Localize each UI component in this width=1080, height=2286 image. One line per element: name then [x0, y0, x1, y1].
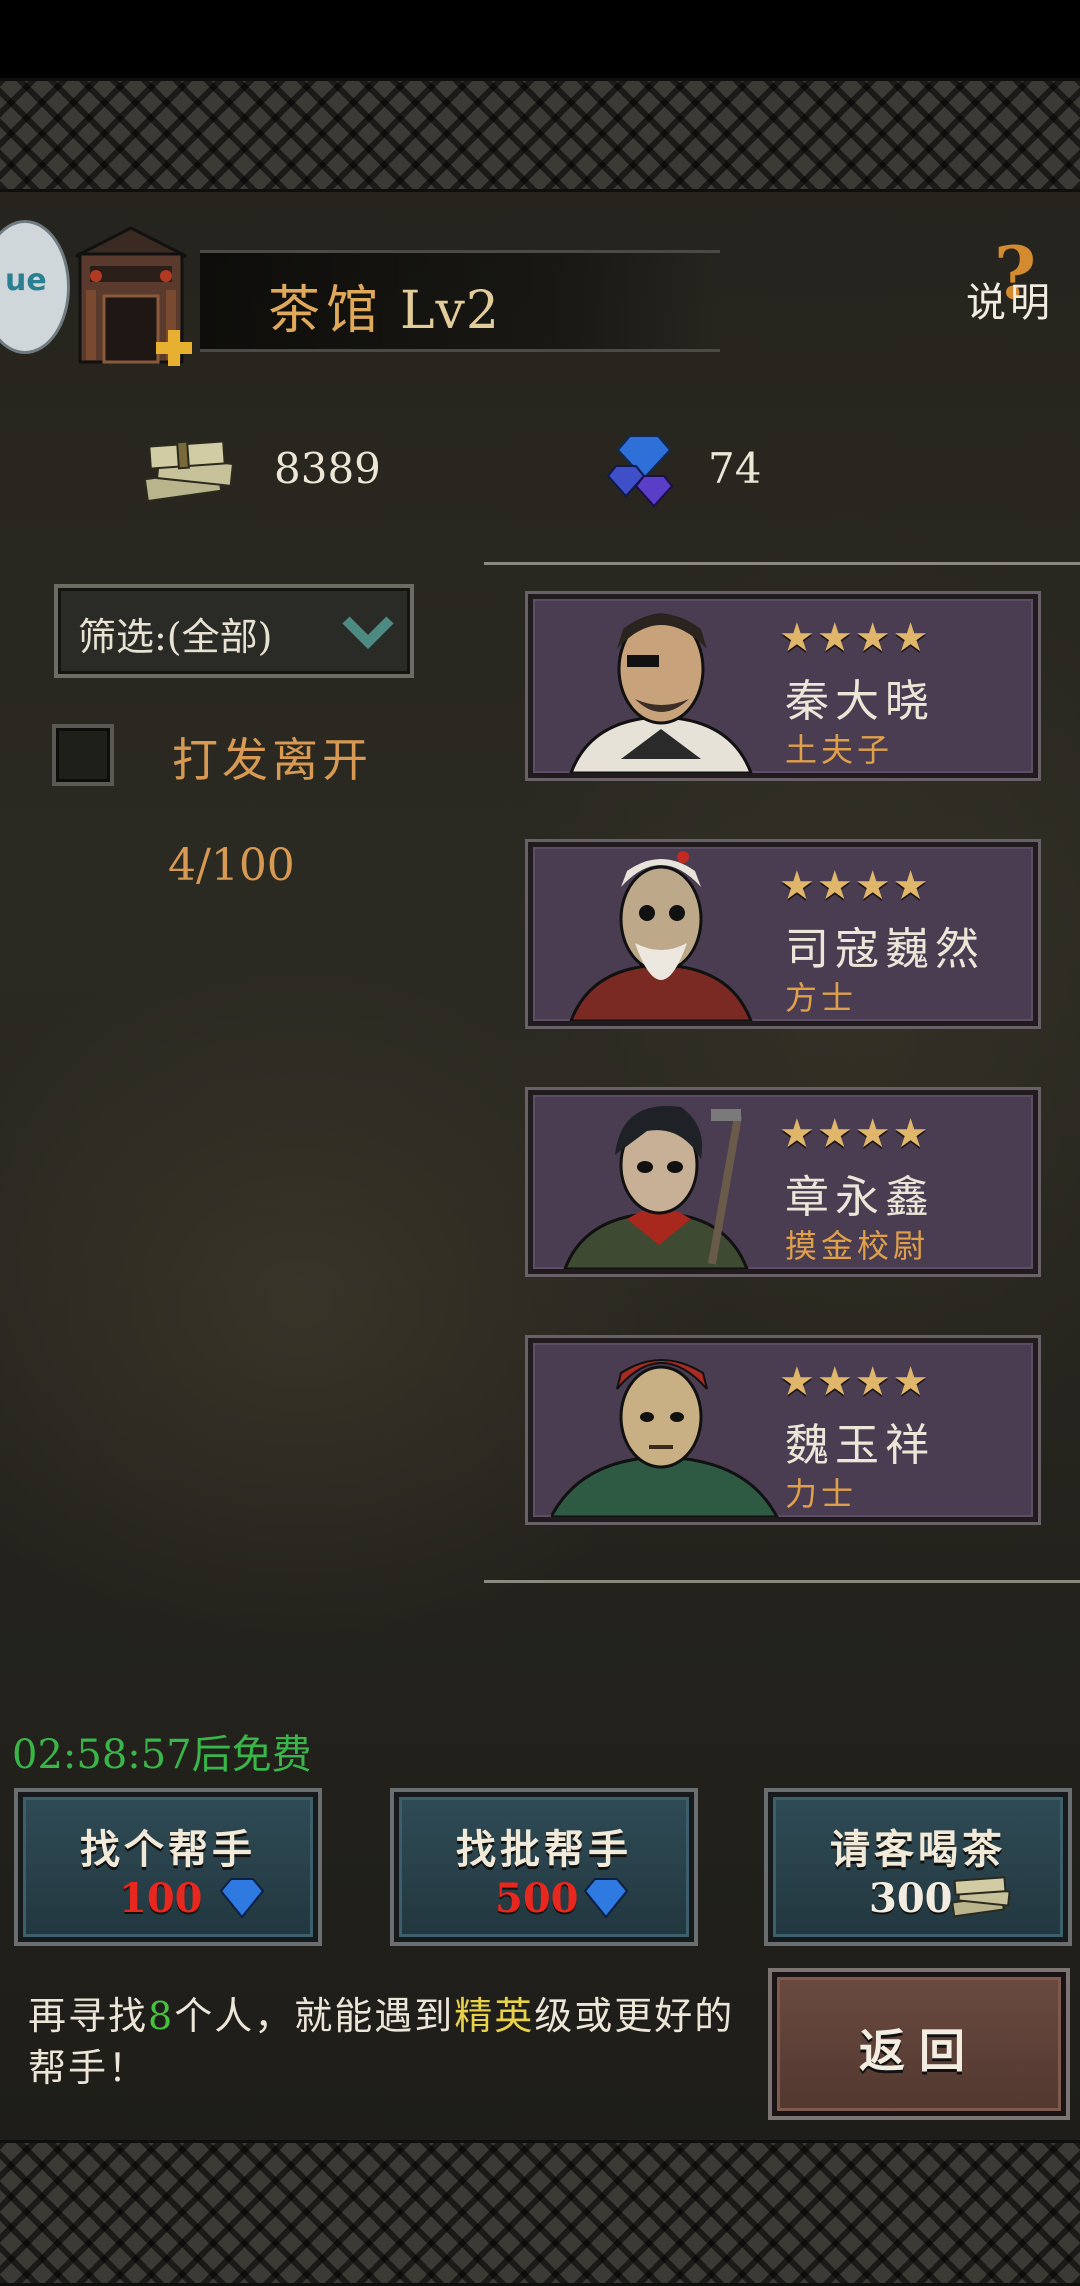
page-title: 茶馆 Lv2 — [268, 268, 500, 343]
gem-icon — [606, 435, 674, 508]
gem-counter: 74 — [600, 430, 800, 510]
button-label: 请客喝茶 — [830, 1826, 1006, 1873]
helper-name: 司寇巍然 — [785, 924, 985, 975]
helper-portrait — [563, 1106, 749, 1269]
top-border — [0, 78, 1080, 192]
helper-class: 土夫子 — [785, 731, 894, 769]
filter-dropdown[interactable]: 筛选:(全部) — [54, 584, 414, 678]
hint-part1: 再寻找 — [28, 1994, 149, 2038]
helper-class: 方士 — [785, 979, 858, 1017]
helper-card[interactable]: ★★★★ 司寇巍然 方士 — [528, 842, 1038, 1026]
helper-count: 4/100 — [168, 840, 295, 891]
hint-number: 8 — [148, 1994, 175, 2038]
building-level: Lv2 — [400, 281, 501, 341]
gem-icon — [583, 1878, 629, 1919]
helper-card[interactable]: ★★★★ 魏玉祥 力士 — [528, 1338, 1038, 1522]
helper-stars: ★★★★ — [779, 1359, 931, 1405]
helper-stars: ★★★★ — [779, 615, 931, 661]
helper-portrait — [551, 1359, 779, 1517]
dismiss-label: 打发离开 — [172, 733, 372, 787]
money-counter: 8389 — [138, 430, 398, 510]
back-label: 返回 — [859, 2024, 979, 2078]
free-timer: 02:58:57后免费 — [12, 1732, 312, 1778]
treat-tea-button[interactable]: 请客喝茶 300 — [768, 1792, 1068, 1942]
helper-name: 秦大晓 — [785, 676, 935, 727]
hint-rank: 精英 — [454, 1994, 535, 2038]
button-cost: 500 — [495, 1875, 579, 1922]
top-divider — [484, 562, 1080, 565]
chevron-down-icon — [342, 616, 394, 650]
helper-class: 摸金校尉 — [785, 1227, 930, 1265]
button-label: 找个帮手 — [80, 1826, 256, 1873]
gem-value: 74 — [708, 444, 762, 493]
button-cost: 300 — [869, 1875, 953, 1922]
money-stack-icon — [143, 440, 235, 503]
helper-portrait — [569, 613, 753, 773]
hint-part2: 个人，就能遇到 — [174, 1994, 455, 2038]
helper-card[interactable]: ★★★★ 章永鑫 摸金校尉 — [528, 1090, 1038, 1274]
helper-stars: ★★★★ — [779, 863, 931, 909]
button-cost: 100 — [119, 1875, 203, 1922]
bottom-border — [0, 2140, 1080, 2286]
bottom-divider — [484, 1580, 1080, 1583]
help-button[interactable]: ? 说明 — [964, 230, 1080, 330]
find-batch-helpers-button[interactable]: 找批帮手 500 — [394, 1792, 694, 1942]
logo-text: ue — [5, 263, 47, 298]
helper-name: 魏玉祥 — [785, 1420, 935, 1471]
back-button[interactable]: 返回 — [772, 1972, 1066, 2116]
helper-card[interactable]: ★★★★ 秦大晓 土夫子 — [528, 594, 1038, 778]
helper-class: 力士 — [785, 1475, 858, 1513]
find-one-helper-button[interactable]: 找个帮手 100 — [18, 1792, 318, 1942]
helper-stars: ★★★★ — [779, 1111, 931, 1157]
help-label: 说明 — [966, 280, 1054, 326]
status-bar — [0, 0, 1080, 78]
gem-icon — [219, 1878, 265, 1919]
helper-name: 章永鑫 — [785, 1172, 935, 1223]
dismiss-checkbox[interactable] — [52, 724, 114, 786]
helper-portrait — [569, 851, 753, 1021]
building-name: 茶馆 — [268, 281, 385, 341]
money-value: 8389 — [274, 444, 381, 493]
hint-text: 再寻找8个人，就能遇到精英级或更好的帮手！ — [28, 1990, 748, 2094]
teahouse-icon — [75, 226, 192, 366]
money-stack-icon — [951, 1876, 1011, 1918]
filter-label: 筛选:(全部) — [78, 615, 273, 659]
button-label: 找批帮手 — [456, 1826, 632, 1873]
